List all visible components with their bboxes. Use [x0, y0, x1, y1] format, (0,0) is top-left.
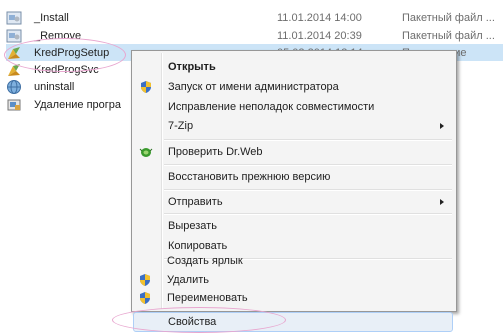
- menu-item-label: Создать ярлык: [167, 255, 243, 267]
- menu-item-label: Запуск от имени администратора: [168, 81, 339, 93]
- menu-item-send-to[interactable]: Отправить: [134, 192, 452, 212]
- menu-item-7zip[interactable]: 7-Zip: [134, 116, 452, 136]
- menu-item-label: Проверить Dr.Web: [168, 146, 263, 158]
- menu-separator: [164, 213, 452, 215]
- file-name: Удаление програ: [34, 98, 122, 111]
- menu-item-open[interactable]: Открыть: [134, 57, 452, 77]
- menu-item-drweb[interactable]: Проверить Dr.Web: [134, 142, 452, 162]
- menu-item-cut[interactable]: Вырезать: [134, 216, 452, 236]
- file-date: 11.01.2014 20:39: [277, 29, 362, 42]
- menu-item-label: Восстановить прежнюю версию: [168, 171, 331, 183]
- menu-item-label: 7-Zip: [168, 120, 194, 132]
- menu-separator: [164, 164, 452, 166]
- batch-file-icon: [6, 11, 22, 24]
- menu-item-label: Переименовать: [167, 292, 248, 304]
- menu-item-create-shortcut[interactable]: Создать ярлык: [133, 251, 451, 271]
- file-date: 11.01.2014 14:00: [277, 11, 362, 24]
- menu-item-troubleshoot[interactable]: Исправление неполадок совместимости: [134, 97, 452, 117]
- menu-item-delete[interactable]: Удалить: [133, 270, 451, 290]
- setup-icon: [7, 99, 21, 110]
- menu-item-restore[interactable]: Восстановить прежнюю версию: [134, 167, 452, 187]
- uninstall-icon: [7, 79, 21, 94]
- batch-file-icon: [6, 29, 22, 42]
- menu-item-run-as-admin[interactable]: Запуск от имени администратора: [134, 77, 452, 97]
- menu-item-label: Исправление неполадок совместимости: [168, 101, 375, 113]
- file-name: _Install: [34, 11, 69, 24]
- menu-separator: [164, 189, 452, 191]
- annotation-ellipse: [4, 38, 126, 72]
- menu-item-label: Открыть: [168, 61, 216, 73]
- uac-shield-icon: [140, 274, 150, 286]
- menu-item-label: Вырезать: [168, 220, 217, 232]
- submenu-arrow-icon: [440, 123, 444, 129]
- file-name: uninstall: [34, 80, 75, 93]
- annotation-ellipse: [112, 307, 286, 333]
- drweb-spider-icon: [139, 148, 153, 157]
- file-type: Пакетный файл ...: [402, 29, 495, 42]
- menu-separator: [164, 139, 452, 141]
- uac-shield-icon: [140, 292, 150, 304]
- file-type: Пакетный файл ...: [402, 11, 495, 24]
- menu-item-label: Удалить: [167, 274, 209, 286]
- menu-item-label: Отправить: [168, 196, 223, 208]
- menu-item-rename[interactable]: Переименовать: [133, 288, 451, 308]
- uac-shield-icon: [141, 81, 151, 93]
- file-row-install[interactable]: _Install 11.01.2014 14:00 Пакетный файл …: [6, 9, 503, 26]
- submenu-arrow-icon: [440, 199, 444, 205]
